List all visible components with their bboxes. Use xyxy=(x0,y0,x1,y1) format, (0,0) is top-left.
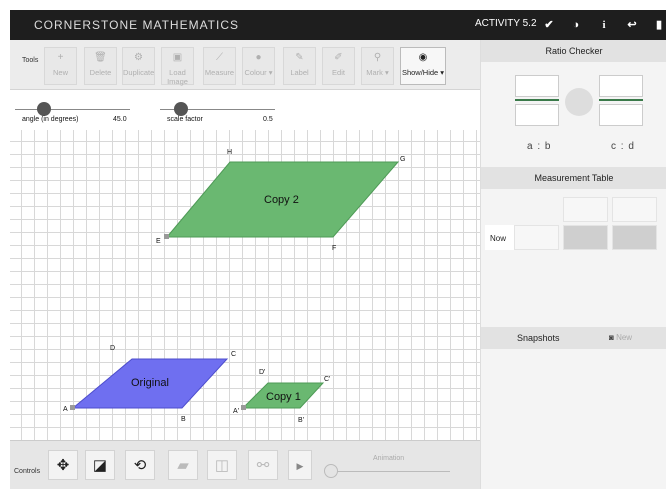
tag-icon: ✎ xyxy=(295,52,304,63)
pin-icon: ⚲ xyxy=(373,52,382,63)
vertex-h: H xyxy=(227,149,232,156)
scale-label: scale factor xyxy=(167,116,203,123)
scale-slider-knob[interactable] xyxy=(174,102,188,116)
ratio-d-box[interactable] xyxy=(599,104,643,126)
camera-icon: ◙ xyxy=(609,333,614,342)
ratio-checker-header: Ratio Checker xyxy=(481,40,666,62)
link-icon: ⚯ xyxy=(256,457,270,474)
delete-button[interactable]: 🗑 Delete xyxy=(84,47,117,85)
link-button[interactable]: ⚯ xyxy=(248,450,278,480)
animation-slider-knob[interactable] xyxy=(324,464,338,478)
move-button[interactable]: ✥ xyxy=(48,450,78,480)
snapshot-new-button[interactable]: ◙ New xyxy=(609,327,632,349)
colour-dropdown[interactable]: ● Colour ▾ xyxy=(242,47,275,85)
measure-header-cell xyxy=(612,197,657,222)
copy1-label: Copy 1 xyxy=(266,391,301,403)
duplicate-icon: ⚙ xyxy=(134,52,143,63)
measure-button[interactable]: ⟋ Measure xyxy=(203,47,236,85)
copy1-handle[interactable] xyxy=(241,405,246,410)
show-hide-dropdown[interactable]: ◉ Show/Hide ▾ xyxy=(400,47,446,85)
contrast-icon[interactable]: ◑ xyxy=(567,16,585,34)
ratio-right-divider xyxy=(599,99,643,101)
controls-bar: Controls ✥ ◪ ⟲ ▰ ◫ ⚯ ▶ Animation xyxy=(10,440,480,489)
ratio-c-box[interactable] xyxy=(599,75,643,97)
new-button[interactable]: + New xyxy=(44,47,77,85)
vertex-a: A xyxy=(63,406,68,413)
shear-button[interactable]: ▰ xyxy=(168,450,198,480)
measure-header-cell xyxy=(563,197,608,222)
ratio-ab-label: a : b xyxy=(527,141,552,152)
measure-cell xyxy=(563,225,608,250)
vertex-c: C xyxy=(231,351,236,358)
original-label: Original xyxy=(131,377,169,389)
vertex-a-prime: A' xyxy=(233,408,239,415)
ratio-compare-circle[interactable] xyxy=(565,88,593,116)
top-bar: CORNERSTONE MATHEMATICS ACTIVITY 5.2 ✔ ◑… xyxy=(10,10,666,40)
rotate-icon: ⟲ xyxy=(133,457,147,474)
vertex-c-prime: C' xyxy=(324,376,330,383)
original-handle[interactable] xyxy=(70,405,75,410)
book-icon[interactable]: ▮ xyxy=(650,16,666,34)
ruler-icon: ⟋ xyxy=(216,52,223,63)
scale-button[interactable]: ◪ xyxy=(85,450,115,480)
geometry-canvas[interactable]: Copy 2 H G E F Original D C A B Copy 1 D… xyxy=(10,130,480,440)
copy2-label: Copy 2 xyxy=(264,194,299,206)
plus-icon: + xyxy=(57,52,64,63)
play-icon: ▶ xyxy=(296,461,304,471)
snapshots-header: Snapshots ◙ New xyxy=(481,327,666,349)
angle-slider-track[interactable] xyxy=(15,109,130,110)
duplicate-button[interactable]: ⚙ Duplicate xyxy=(122,47,155,85)
angle-slider-knob[interactable] xyxy=(37,102,51,116)
move-icon: ✥ xyxy=(56,457,70,474)
back-arrow-icon[interactable]: ↩ xyxy=(623,16,641,34)
tools-label: Tools xyxy=(22,57,39,64)
angle-value: 45.0 xyxy=(113,116,127,123)
vertex-e: E xyxy=(156,238,161,245)
angle-label: angle (in degrees) xyxy=(22,116,79,123)
toolbar: Tools + New 🗑 Delete ⚙ Duplicate ▣ Load Imag… xyxy=(10,40,480,90)
edit-button[interactable]: ✐ Edit xyxy=(322,47,355,85)
mark-dropdown[interactable]: ⚲ Mark ▾ xyxy=(361,47,394,85)
reflect-icon: ◫ xyxy=(214,457,230,474)
rotate-button[interactable]: ⟲ xyxy=(125,450,155,480)
copy2-handle[interactable] xyxy=(164,234,169,239)
snapshots-title: Snapshots xyxy=(517,333,560,343)
vertex-f: F xyxy=(332,245,336,252)
check-icon[interactable]: ✔ xyxy=(540,16,558,34)
controls-label: Controls xyxy=(14,468,41,475)
scale-value: 0.5 xyxy=(263,116,273,123)
image-icon: ▣ xyxy=(172,52,183,63)
measure-cell xyxy=(514,225,559,250)
play-button[interactable]: ▶ xyxy=(288,450,312,480)
vertex-g: G xyxy=(400,156,405,163)
reflect-button[interactable]: ◫ xyxy=(207,450,237,480)
measure-cell xyxy=(612,225,657,250)
ratio-cd-label: c : d xyxy=(611,141,635,152)
activity-label: ACTIVITY 5.2 xyxy=(475,18,537,29)
info-icon[interactable]: i xyxy=(595,16,613,34)
scale-icon: ◪ xyxy=(92,457,108,474)
vertex-b-prime: B' xyxy=(298,417,304,424)
ratio-a-box[interactable] xyxy=(515,75,559,97)
animation-slider-track[interactable] xyxy=(330,471,450,472)
ratio-left-divider xyxy=(515,99,559,101)
right-panel: Ratio Checker a : b c : d Measurement Ta… xyxy=(480,40,666,489)
vertex-d-prime: D' xyxy=(259,369,265,376)
load-image-button[interactable]: ▣ Load Image xyxy=(161,47,194,86)
vertex-d: D xyxy=(110,345,115,352)
label-button[interactable]: ✎ Label xyxy=(283,47,316,85)
animation-label: Animation xyxy=(373,455,405,462)
eye-icon: ◉ xyxy=(418,52,428,63)
trash-icon: 🗑 xyxy=(94,52,107,63)
shear-icon: ▰ xyxy=(177,457,189,474)
ratio-b-box[interactable] xyxy=(515,104,559,126)
edit-icon: ✐ xyxy=(334,52,343,63)
drop-icon: ● xyxy=(255,52,262,63)
app-title: CORNERSTONE MATHEMATICS xyxy=(34,18,240,32)
measurement-table-header: Measurement Table xyxy=(481,167,666,189)
slider-row: angle (in degrees) 45.0 scale factor 0.5 xyxy=(10,95,480,130)
vertex-b: B xyxy=(181,416,186,423)
